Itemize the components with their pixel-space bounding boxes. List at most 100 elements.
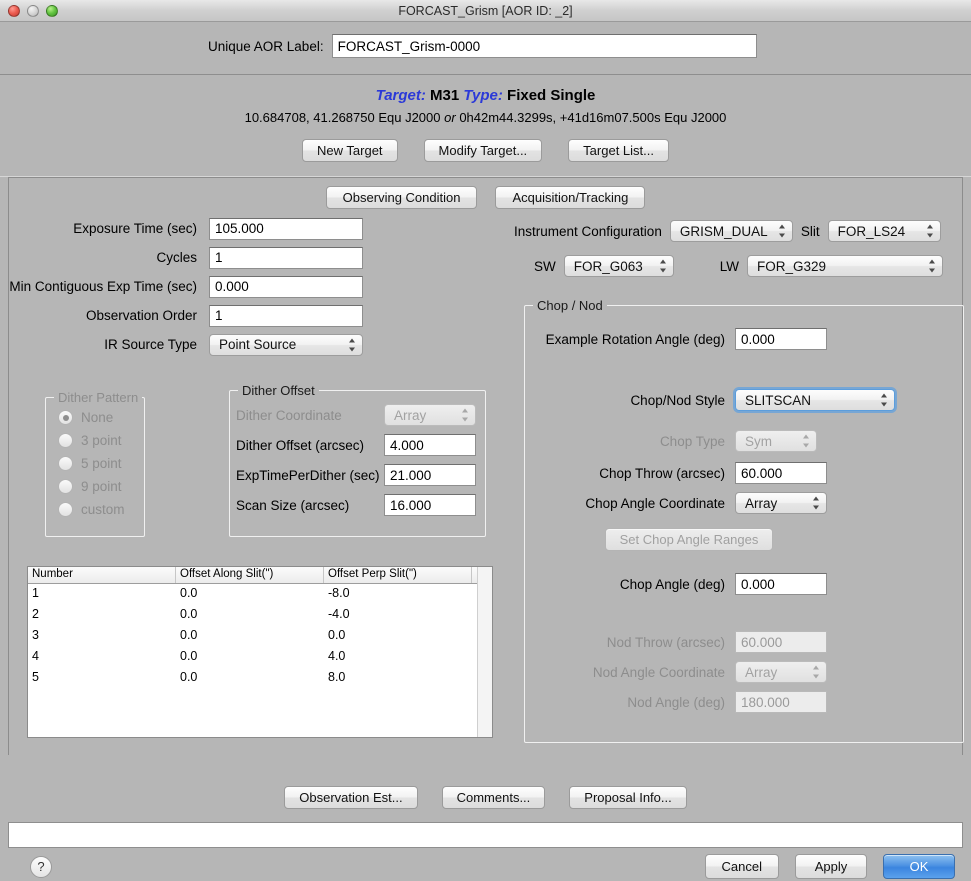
ok-button[interactable]: OK xyxy=(883,854,955,879)
table-row[interactable]: 3 0.0 0.0 xyxy=(28,626,477,647)
radio-icon xyxy=(58,456,73,471)
lw-grism-select[interactable]: FOR_G329 xyxy=(747,255,943,277)
minimize-icon[interactable] xyxy=(27,4,39,17)
column-header-number[interactable]: Number xyxy=(28,567,176,583)
cell-perp-slit: 8.0 xyxy=(328,670,346,684)
zoom-icon[interactable] xyxy=(46,4,58,17)
exposure-time-label: Exposure Time (sec) xyxy=(73,221,197,236)
cancel-button[interactable]: Cancel xyxy=(704,854,779,879)
status-bar xyxy=(8,822,963,848)
table-row[interactable]: 4 0.0 4.0 xyxy=(28,647,477,668)
field-nod-angle: Nod Angle (deg) xyxy=(525,687,963,717)
cell-along-slit: 0.0 xyxy=(180,607,198,621)
chop-angle-coordinate-value: Array xyxy=(745,495,778,511)
table-row[interactable]: 5 0.0 8.0 xyxy=(28,668,477,689)
chop-angle-input[interactable] xyxy=(735,573,827,595)
field-nod-angle-coordinate: Nod Angle Coordinate Array xyxy=(525,657,963,687)
field-cycles: Cycles xyxy=(9,243,479,272)
dither-pattern-option-5point[interactable]: 5 point xyxy=(46,452,144,475)
chop-nod-style-select[interactable]: SLITSCAN xyxy=(735,389,895,411)
radio-icon xyxy=(58,479,73,494)
target-type-value: Fixed Single xyxy=(507,87,596,104)
slit-select[interactable]: FOR_LS24 xyxy=(827,220,941,242)
tab-acquisition-tracking[interactable]: Acquisition/Tracking xyxy=(495,186,646,209)
target-list-button[interactable]: Target List... xyxy=(568,139,669,162)
nod-angle-input xyxy=(735,691,827,713)
grism-row: SW FOR_G063 LW FOR_G329 xyxy=(514,255,943,277)
column-header-offset-perp-slit[interactable]: Offset Perp Slit(") xyxy=(324,567,472,583)
dither-pattern-option-9point[interactable]: 9 point xyxy=(46,475,144,498)
slit-label: Slit xyxy=(800,223,820,239)
chop-nod-group: Chop / Nod Example Rotation Angle (deg) … xyxy=(524,298,964,743)
cell-perp-slit: -8.0 xyxy=(328,586,350,600)
lw-grism-value: FOR_G329 xyxy=(757,258,827,274)
ir-source-type-select[interactable]: Point Source xyxy=(209,333,363,356)
sw-grism-value: FOR_G063 xyxy=(573,258,643,274)
comments-button[interactable]: Comments... xyxy=(441,786,546,809)
field-scan-size: Scan Size (arcsec) xyxy=(230,490,485,520)
cell-along-slit: 0.0 xyxy=(180,649,198,663)
field-chop-throw: Chop Throw (arcsec) xyxy=(525,458,963,488)
chevron-updown-icon xyxy=(659,259,667,273)
observation-order-input[interactable] xyxy=(209,304,363,327)
min-contiguous-exp-time-label: Min Contiguous Exp Time (sec) xyxy=(9,279,197,294)
close-icon[interactable] xyxy=(8,4,20,17)
field-exposure-time: Exposure Time (sec) xyxy=(9,214,479,243)
chevron-updown-icon xyxy=(803,434,810,448)
proposal-info-button[interactable]: Proposal Info... xyxy=(569,786,687,809)
dither-coordinate-label: Dither Coordinate xyxy=(236,407,342,423)
instrument-configuration-value: GRISM_DUAL xyxy=(679,223,768,239)
main-content-panel: Observing Condition Acquisition/Tracking… xyxy=(8,177,964,755)
exptime-per-dither-label: ExpTimePerDither (sec) xyxy=(236,467,380,483)
target-type-keyword: Type: xyxy=(463,87,503,104)
dither-offset-input[interactable] xyxy=(384,434,476,456)
modify-target-button[interactable]: Modify Target... xyxy=(423,139,543,162)
chop-nod-style-value: SLITSCAN xyxy=(745,392,812,408)
dither-pattern-option-custom[interactable]: custom xyxy=(46,498,144,521)
offset-table-scrollbar[interactable] xyxy=(477,567,492,737)
exptime-per-dither-input[interactable] xyxy=(384,464,476,486)
cell-number: 4 xyxy=(32,649,39,663)
chop-angle-coordinate-select[interactable]: Array xyxy=(735,492,827,514)
new-target-button[interactable]: New Target xyxy=(302,139,398,162)
table-row[interactable]: 1 0.0 -8.0 xyxy=(28,584,477,605)
target-headline: Target: M31 Type: Fixed Single xyxy=(0,87,971,104)
instrument-configuration-group: Instrument Configuration GRISM_DUAL Slit… xyxy=(514,220,943,277)
help-icon[interactable]: ? xyxy=(30,855,52,878)
slit-value: FOR_LS24 xyxy=(837,223,906,239)
table-row[interactable]: 2 0.0 -4.0 xyxy=(28,605,477,626)
dither-offset-title: Dither Offset xyxy=(238,383,319,398)
chevron-updown-icon xyxy=(929,259,936,273)
cell-perp-slit: -4.0 xyxy=(328,607,350,621)
dither-offset-group: Dither Offset Dither Coordinate Array Di… xyxy=(229,383,486,537)
nod-throw-label: Nod Throw (arcsec) xyxy=(606,634,725,650)
offset-table-header: Number Offset Along Slit(") Offset Perp … xyxy=(28,567,477,584)
dither-pattern-option-3point[interactable]: 3 point xyxy=(46,429,144,452)
dither-pattern-custom-label: custom xyxy=(81,502,125,517)
exposure-time-input[interactable] xyxy=(209,217,363,240)
chop-throw-input[interactable] xyxy=(735,462,827,484)
cycles-input[interactable] xyxy=(209,246,363,269)
instrument-configuration-select[interactable]: GRISM_DUAL xyxy=(669,220,793,242)
column-header-offset-along-slit[interactable]: Offset Along Slit(") xyxy=(176,567,324,583)
target-coords-decimal: 10.684708, 41.268750 Equ J2000 xyxy=(244,110,441,125)
scan-size-input[interactable] xyxy=(384,494,476,516)
chop-type-value: Sym xyxy=(745,433,772,449)
aor-label-input[interactable] xyxy=(331,34,757,58)
ir-source-type-value: Point Source xyxy=(219,337,297,352)
sw-grism-select[interactable]: FOR_G063 xyxy=(563,255,674,277)
apply-button[interactable]: Apply xyxy=(795,854,867,879)
dither-pattern-title: Dither Pattern xyxy=(54,390,143,405)
observation-est-button[interactable]: Observation Est... xyxy=(284,786,418,809)
chevron-updown-icon xyxy=(926,224,934,238)
target-coords-sexagesimal: 0h42m44.3299s, +41d16m07.500s Equ J2000 xyxy=(459,110,727,125)
example-rotation-angle-input[interactable] xyxy=(735,328,827,350)
offset-table[interactable]: Number Offset Along Slit(") Offset Perp … xyxy=(27,566,493,738)
cell-along-slit: 0.0 xyxy=(180,586,198,600)
field-dither-coordinate: Dither Coordinate Array xyxy=(230,400,485,430)
min-contiguous-exp-time-input[interactable] xyxy=(209,275,363,298)
tab-observing-condition[interactable]: Observing Condition xyxy=(325,186,478,209)
cell-along-slit: 0.0 xyxy=(180,628,198,642)
dither-pattern-5point-label: 5 point xyxy=(81,456,122,471)
dither-pattern-option-none[interactable]: None xyxy=(46,406,144,429)
